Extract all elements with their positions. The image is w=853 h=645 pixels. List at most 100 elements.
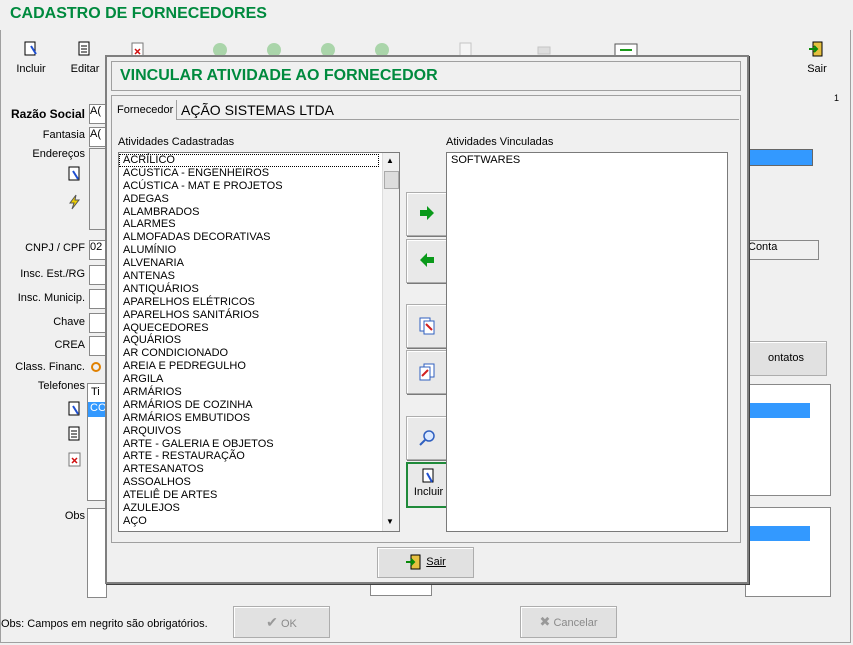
list-item[interactable]: AQUÁRIOS xyxy=(119,334,381,347)
obs-label: Obs xyxy=(64,510,85,522)
cadastradas-scrollbar[interactable]: ▲ ▼ xyxy=(382,153,399,531)
insc-est-label: Insc. Est./RG xyxy=(20,268,85,280)
telefones-grid[interactable]: Ti CO xyxy=(87,383,107,501)
dialog-sair-label: Sair xyxy=(426,556,446,568)
telefones-selected-row[interactable]: CO xyxy=(88,402,107,417)
main-sair-button[interactable]: Sair xyxy=(794,36,840,82)
list-item[interactable]: ARTESANATOS xyxy=(119,463,381,476)
list-item[interactable]: ACÚSTICA - MAT E PROJETOS xyxy=(119,180,381,193)
check-icon: ✔ xyxy=(266,614,278,630)
vincular-atividade-dialog: VINCULAR ATIVIDADE AO FORNECEDOR Fornece… xyxy=(105,55,749,584)
list-item[interactable]: AQUECEDORES xyxy=(119,322,381,335)
status-text: Obs: Campos em negrito são obrigatórios. xyxy=(1,618,208,630)
dialog-title-bar: VINCULAR ATIVIDADE AO FORNECEDOR xyxy=(111,61,741,91)
list-item[interactable]: ASSOALHOS xyxy=(119,476,381,489)
edit-document-icon xyxy=(78,41,90,56)
list-item[interactable]: ATELIÊ DE ARTES xyxy=(119,489,381,502)
list-item[interactable]: ALMOFADAS DECORATIVAS xyxy=(119,231,381,244)
right-grid-2[interactable] xyxy=(745,507,831,597)
document-return-icon xyxy=(419,363,435,381)
main-sair-label: Sair xyxy=(807,63,827,75)
list-item[interactable]: ARQUIVOS xyxy=(119,425,381,438)
dialog-sair-button[interactable]: Sair xyxy=(377,547,474,578)
telefones-column-header: Ti xyxy=(91,386,100,398)
exit-door-icon xyxy=(406,554,421,570)
list-item[interactable]: ALAMBRADOS xyxy=(119,206,381,219)
list-item[interactable]: ALUMÍNIO xyxy=(119,244,381,257)
insc-municip-label: Insc. Municip. xyxy=(17,292,85,304)
lightning-icon[interactable] xyxy=(67,194,83,210)
crea-label: CREA xyxy=(54,339,85,351)
cancelar-button[interactable]: ✖ Cancelar xyxy=(520,606,617,638)
exit-door-icon xyxy=(809,41,823,57)
list-item[interactable]: APARELHOS ELÉTRICOS xyxy=(119,296,381,309)
scroll-up-arrow-icon[interactable]: ▲ xyxy=(386,156,394,165)
delete-phone-icon[interactable] xyxy=(67,452,83,468)
arrow-left-icon xyxy=(420,253,434,267)
obs-textarea[interactable] xyxy=(87,508,107,598)
incluir-atividade-button[interactable]: Incluir xyxy=(406,462,451,508)
desvincular-button[interactable] xyxy=(406,239,450,283)
dialog-body: Fornecedor AÇÃO SISTEMAS LTDA Atividades… xyxy=(111,95,741,543)
list-item[interactable]: ANTIQUÁRIOS xyxy=(119,283,381,296)
list-item[interactable]: APARELHOS SANITÁRIOS xyxy=(119,309,381,322)
list-item[interactable]: SOFTWARES xyxy=(447,154,717,167)
razao-social-label: Razão Social xyxy=(10,107,85,121)
new-document-icon xyxy=(24,41,37,56)
list-item[interactable]: ARMÁRIOS DE COZINHA xyxy=(119,399,381,412)
scroll-down-arrow-icon[interactable]: ▼ xyxy=(386,517,394,526)
desvincular-todas-button[interactable] xyxy=(406,350,450,394)
editar-button[interactable]: Editar xyxy=(62,36,108,82)
add-address-icon[interactable] xyxy=(67,166,83,182)
right-selected-row[interactable] xyxy=(745,149,813,166)
atividades-vinculadas-list[interactable]: SOFTWARES xyxy=(446,152,728,532)
cadastradas-label: Atividades Cadastradas xyxy=(118,136,235,148)
incluir-button[interactable]: Incluir xyxy=(8,36,54,82)
list-item[interactable]: ARTE - RESTAURAÇÃO xyxy=(119,450,381,463)
dialog-title: VINCULAR ATIVIDADE AO FORNECEDOR xyxy=(120,67,438,84)
chave-label: Chave xyxy=(53,316,85,328)
search-icon[interactable] xyxy=(89,360,105,376)
list-item[interactable]: ARMÁRIOS xyxy=(119,386,381,399)
editar-label: Editar xyxy=(70,63,100,75)
arrow-right-icon xyxy=(420,206,434,220)
list-item[interactable]: ADEGAS xyxy=(119,193,381,206)
pesquisar-button[interactable] xyxy=(406,416,450,460)
fantasia-label: Fantasia xyxy=(42,129,85,141)
list-item[interactable]: ACRÍLICO xyxy=(119,154,379,167)
fornecedor-display: AÇÃO SISTEMAS LTDA xyxy=(176,100,739,120)
magnifier-icon xyxy=(419,430,435,446)
add-phone-icon[interactable] xyxy=(67,401,83,417)
right-grid-1[interactable] xyxy=(745,384,831,496)
vinculadas-label: Atividades Vinculadas xyxy=(446,136,554,148)
list-item[interactable]: ALVENARIA xyxy=(119,257,381,270)
cancel-icon: ✖ xyxy=(539,614,551,629)
list-item[interactable]: ALARMES xyxy=(119,218,381,231)
scroll-thumb[interactable] xyxy=(384,171,399,189)
page-counter: 1 xyxy=(834,93,840,103)
class-financ-label: Class. Financ. xyxy=(15,361,85,373)
vincular-todas-button[interactable] xyxy=(406,304,450,348)
list-item[interactable]: AÇO xyxy=(119,515,381,528)
conta-column-header: Conta xyxy=(745,240,819,260)
main-title-bar: CADASTRO DE FORNECEDORES xyxy=(0,0,846,31)
edit-phone-icon[interactable] xyxy=(67,426,83,442)
list-item[interactable]: AREIA E PEDREGULHO xyxy=(119,360,381,373)
list-item[interactable]: ACÚSTICA - ENGENHEIROS xyxy=(119,167,381,180)
list-item[interactable]: ANTENAS xyxy=(119,270,381,283)
enderecos-label: Endereços xyxy=(32,148,85,160)
ok-button[interactable]: ✔ OK xyxy=(233,606,330,638)
list-item[interactable]: ARGILA xyxy=(119,373,381,386)
list-item[interactable]: ARMÁRIOS EMBUTIDOS xyxy=(119,412,381,425)
document-move-icon xyxy=(419,317,435,335)
atividades-cadastradas-list[interactable]: ACRÍLICO ACÚSTICA - ENGENHEIROS ACÚSTICA -… xyxy=(118,152,400,532)
vincular-button[interactable] xyxy=(406,192,450,236)
list-item[interactable]: AR CONDICIONADO xyxy=(119,347,381,360)
contatos-button[interactable]: ontatos xyxy=(745,341,827,376)
list-item[interactable]: AZULEJOS xyxy=(119,502,381,515)
main-title: CADASTRO DE FORNECEDORES xyxy=(10,5,267,22)
cnpj-cpf-label: CNPJ / CPF xyxy=(25,242,85,254)
incluir-atividade-label: Incluir xyxy=(413,486,444,498)
list-item[interactable]: ARTE - GALERIA E OBJETOS xyxy=(119,438,381,451)
new-document-icon xyxy=(422,468,433,483)
